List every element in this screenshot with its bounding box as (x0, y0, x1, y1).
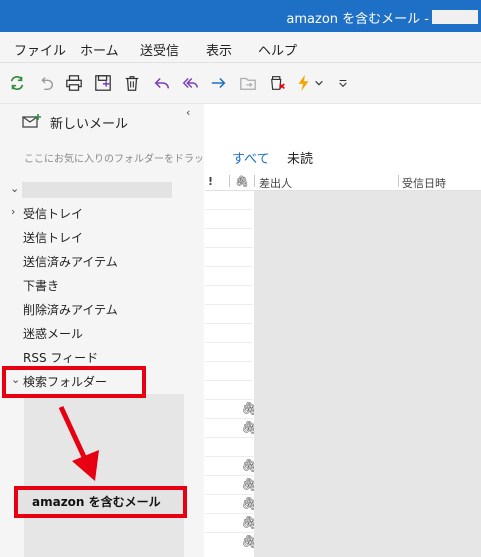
tab-all[interactable]: すべて (232, 148, 270, 167)
column-received[interactable]: 受信日時 (402, 175, 446, 191)
new-mail-label: 新しいメール (50, 116, 129, 132)
junk-icon[interactable] (268, 73, 288, 93)
column-header: ! 🖇 差出人 受信日時 (205, 172, 481, 191)
row-divider (205, 494, 253, 495)
message-list-redacted-area (254, 191, 481, 557)
menu-file[interactable]: ファイル (14, 40, 66, 59)
reply-icon[interactable] (152, 73, 172, 93)
folder-rss-feeds[interactable]: RSS フィード (23, 349, 98, 366)
customize-icon[interactable] (336, 73, 350, 93)
row-divider (205, 532, 253, 533)
menu-send-receive[interactable]: 送受信 (140, 40, 179, 59)
menu-view[interactable]: 表示 (206, 40, 232, 59)
flag-lightning-icon[interactable] (294, 73, 314, 93)
row-divider (205, 361, 253, 362)
row-divider (205, 266, 253, 267)
account-name-redacted[interactable] (22, 182, 172, 198)
row-divider (205, 475, 253, 476)
menu-bar: ファイル ホーム 送受信 表示 ヘルプ (0, 32, 481, 63)
row-divider (205, 342, 253, 343)
column-attachment-icon[interactable]: 🖇 (235, 175, 249, 188)
search-folders-chevron-down-icon[interactable]: ⌄ (11, 373, 20, 386)
column-separator (398, 175, 399, 187)
row-divider (205, 247, 253, 248)
move-icon[interactable] (238, 73, 258, 93)
folder-inbox[interactable]: 受信トレイ (23, 205, 83, 222)
sync-icon[interactable] (7, 73, 27, 93)
column-separator (229, 175, 230, 187)
folder-drafts[interactable]: 下書き (23, 277, 59, 294)
undo-icon[interactable] (36, 73, 56, 93)
print-icon[interactable] (64, 73, 84, 93)
row-divider (205, 399, 253, 400)
folder-sent-items[interactable]: 送信済みアイテム (23, 253, 118, 270)
window-title: amazon を含むメール - (286, 12, 429, 27)
row-divider (205, 228, 253, 229)
toolbar (0, 63, 481, 104)
folder-outbox[interactable]: 送信トレイ (23, 229, 83, 246)
column-importance[interactable]: ! (208, 175, 213, 188)
new-mail-button[interactable]: 新しいメール (22, 110, 128, 134)
menu-help[interactable]: ヘルプ (258, 40, 297, 59)
column-sender[interactable]: 差出人 (259, 175, 292, 191)
row-divider (205, 418, 253, 419)
title-redacted-area (432, 10, 478, 24)
row-divider (205, 209, 253, 210)
dropdown-icon[interactable] (313, 73, 325, 93)
save-icon[interactable] (93, 73, 113, 93)
reply-all-icon[interactable] (180, 73, 200, 93)
collapse-pane-icon[interactable]: ‹ (186, 106, 190, 119)
tab-unread[interactable]: 未読 (287, 148, 313, 167)
delete-icon[interactable] (122, 73, 142, 93)
folder-search-folders[interactable]: 検索フォルダー (23, 373, 107, 390)
folder-amazon-search[interactable]: amazon を含むメール (32, 493, 161, 510)
column-separator (254, 175, 255, 187)
row-divider (205, 304, 253, 305)
row-divider (205, 323, 253, 324)
inbox-chevron-right-icon[interactable]: › (11, 205, 15, 218)
row-divider (205, 380, 253, 381)
row-divider (205, 285, 253, 286)
annotation-arrow (58, 405, 99, 481)
forward-icon[interactable] (209, 73, 229, 93)
folder-junk-email[interactable]: 迷惑メール (23, 325, 83, 342)
row-divider (205, 437, 253, 438)
new-mail-icon (22, 114, 41, 128)
account-chevron-down-icon[interactable]: ⌄ (10, 182, 19, 195)
menu-home[interactable]: ホーム (80, 40, 119, 59)
message-rows[interactable]: 🖇 🖇 🖇 🖇 🖇 🖇 🖇 (205, 191, 258, 557)
favorites-hint: ここにお気に入りのフォルダーをドラッグ (24, 154, 202, 165)
row-divider (205, 456, 253, 457)
folder-deleted-items[interactable]: 削除済みアイテム (23, 301, 118, 318)
row-divider (205, 513, 253, 514)
